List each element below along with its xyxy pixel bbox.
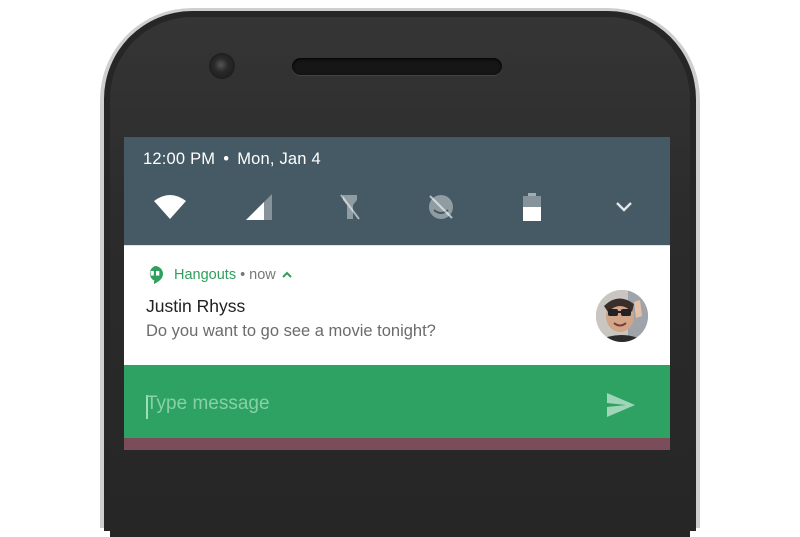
quick-settings-panel: 12:00 PM • Mon, Jan 4 bbox=[124, 137, 670, 245]
hangouts-icon bbox=[146, 265, 164, 285]
status-time: 12:00 PM bbox=[143, 150, 216, 168]
reply-message-input[interactable]: Type message bbox=[146, 393, 270, 415]
notification-title: Justin Rhyss bbox=[146, 296, 246, 316]
cellular-signal-icon[interactable] bbox=[242, 192, 276, 222]
notification-header: Hangouts • now bbox=[146, 265, 293, 285]
earpiece-speaker bbox=[292, 58, 502, 75]
notification-app-name: Hangouts bbox=[174, 267, 237, 283]
notification-separator: • bbox=[240, 267, 246, 283]
collapse-chevron-icon[interactable] bbox=[281, 270, 293, 280]
status-date: Mon, Jan 4 bbox=[237, 150, 321, 168]
background-app-peek bbox=[124, 438, 670, 450]
battery-icon[interactable] bbox=[515, 192, 549, 222]
flashlight-off-icon[interactable] bbox=[333, 192, 367, 222]
send-icon[interactable] bbox=[604, 390, 638, 420]
notification-time: now bbox=[249, 267, 276, 283]
notification-text: Do you want to go see a movie tonight? bbox=[146, 322, 436, 340]
expand-chevron-icon[interactable] bbox=[607, 192, 641, 222]
reply-bar: Type message bbox=[124, 365, 670, 438]
status-separator: • bbox=[223, 150, 230, 168]
status-datetime: 12:00 PM • Mon, Jan 4 bbox=[143, 150, 321, 169]
front-camera bbox=[211, 55, 233, 77]
auto-rotate-off-icon[interactable] bbox=[424, 192, 458, 222]
avatar bbox=[596, 290, 648, 342]
wifi-icon[interactable] bbox=[153, 192, 187, 222]
screen: 12:00 PM • Mon, Jan 4 Hangouts • now Jus… bbox=[124, 137, 670, 450]
